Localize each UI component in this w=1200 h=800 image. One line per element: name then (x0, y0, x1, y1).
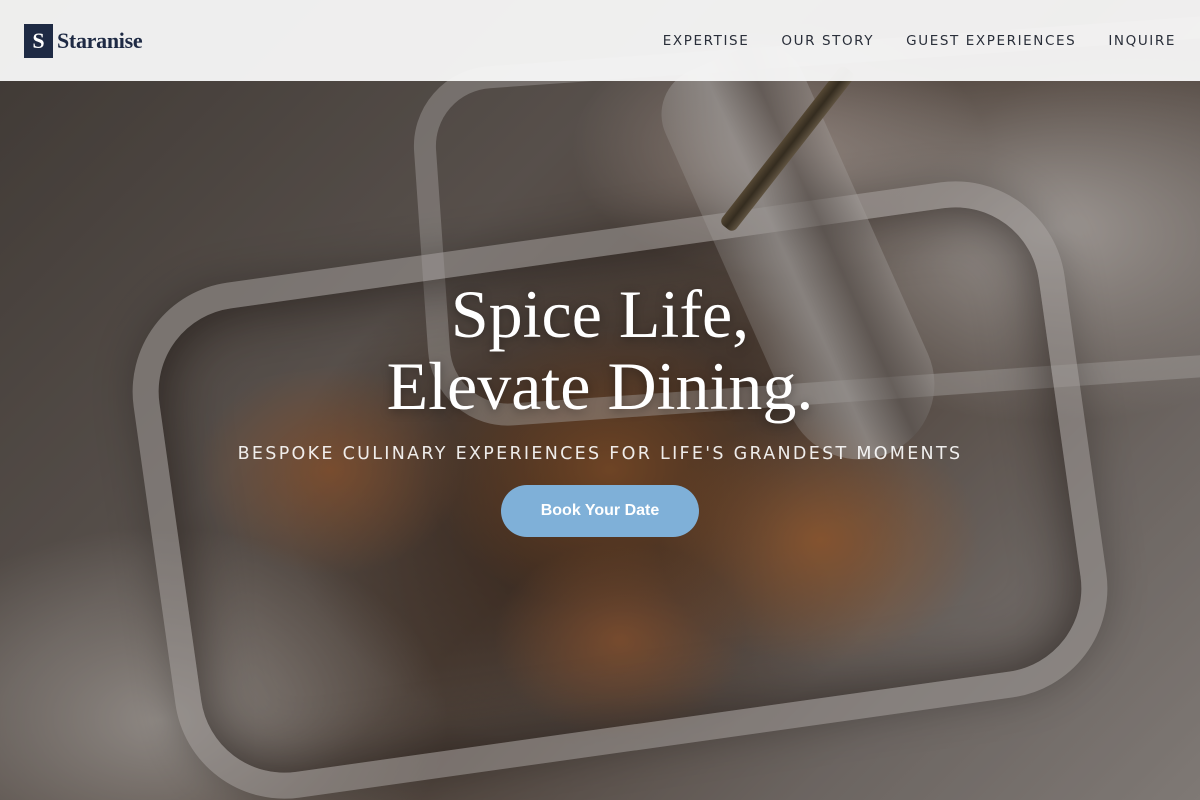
site-header: S Staranise EXPERTISE OUR STORY GUEST EX… (0, 0, 1200, 81)
hero-tagline: BESPOKE CULINARY EXPERIENCES FOR LIFE'S … (237, 444, 963, 464)
main-navigation: EXPERTISE OUR STORY GUEST EXPERIENCES IN… (663, 32, 1176, 50)
nav-link-expertise[interactable]: EXPERTISE (663, 33, 750, 49)
hero-section: Spice Life, Elevate Dining. BESPOKE CULI… (0, 278, 1200, 537)
book-your-date-button[interactable]: Book Your Date (501, 485, 699, 537)
brand-logo[interactable]: S Staranise (24, 23, 143, 58)
hero-headline-line-1: Spice Life, (450, 276, 750, 352)
hero-headline-line-2: Elevate Dining. (386, 348, 814, 424)
nav-link-our-story[interactable]: OUR STORY (781, 33, 874, 49)
nav-link-guest-experiences[interactable]: GUEST EXPERIENCES (906, 33, 1076, 49)
hero-headline: Spice Life, Elevate Dining. (387, 278, 814, 422)
brand-name: Staranise (57, 27, 143, 53)
logo-mark: S (24, 23, 53, 58)
nav-link-inquire[interactable]: INQUIRE (1108, 33, 1176, 49)
